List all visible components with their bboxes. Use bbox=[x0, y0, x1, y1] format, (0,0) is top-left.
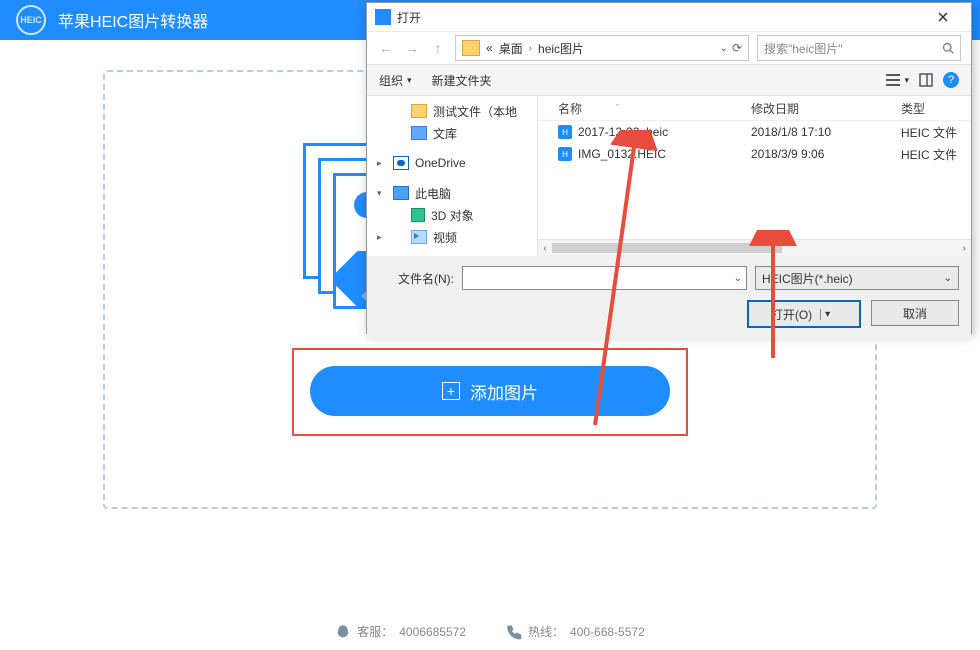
scroll-right-icon[interactable]: › bbox=[957, 241, 971, 255]
qq-icon bbox=[335, 624, 351, 640]
add-image-label: 添加图片 bbox=[470, 379, 538, 404]
filename-input[interactable]: ⌄ bbox=[462, 266, 747, 290]
app-title: 苹果HEIC图片转换器 bbox=[58, 8, 208, 32]
dialog-toolbar: 组织▾ 新建文件夹 ▾ ? bbox=[367, 64, 971, 96]
filename-label: 文件名(N): bbox=[379, 270, 454, 287]
chevron-right-icon: › bbox=[529, 43, 532, 54]
nav-forward-button[interactable]: → bbox=[403, 39, 421, 57]
chevron-down-icon: ⌄ bbox=[944, 273, 952, 284]
footer-hotline: 热线：400-668-5572 bbox=[506, 623, 645, 640]
search-placeholder: 搜索"heic图片" bbox=[764, 40, 936, 57]
tree-item[interactable]: 文库 bbox=[367, 122, 537, 144]
tree-item[interactable]: ▸视频 bbox=[367, 226, 537, 248]
open-dropdown-icon[interactable]: ▾ bbox=[820, 309, 837, 320]
new-folder-button[interactable]: 新建文件夹 bbox=[432, 72, 492, 89]
tree-item[interactable]: 3D 对象 bbox=[367, 204, 537, 226]
file-list-header[interactable]: 名称ˆ 修改日期 类型 bbox=[538, 96, 971, 121]
add-image-button[interactable]: + 添加图片 bbox=[310, 366, 670, 416]
refresh-icon[interactable]: ⟳ bbox=[732, 41, 742, 55]
nav-back-button[interactable]: ← bbox=[377, 39, 395, 57]
file-row[interactable]: HIMG_0132.HEIC2018/3/9 9:06HEIC 文件 bbox=[538, 143, 971, 165]
open-file-dialog: 打开 ← → ↑ « 桌面 › heic图片 ⌄⟳ 搜索"heic图片" 组织▾… bbox=[366, 2, 972, 334]
open-button[interactable]: 打开(O)▾ bbox=[747, 300, 861, 328]
dialog-title: 打开 bbox=[397, 9, 917, 26]
cancel-button[interactable]: 取消 bbox=[871, 300, 959, 326]
footer: 客服：4006685572 热线：400-668-5572 bbox=[0, 623, 980, 640]
3d-icon bbox=[411, 208, 425, 222]
horizontal-scrollbar[interactable]: ‹ › bbox=[538, 239, 971, 256]
folder-icon bbox=[462, 40, 480, 56]
phone-icon bbox=[506, 624, 522, 640]
onedrive-icon bbox=[393, 156, 409, 170]
heic-file-icon: H bbox=[558, 125, 572, 139]
dialog-titlebar: 打开 bbox=[367, 3, 971, 32]
search-input[interactable]: 搜索"heic图片" bbox=[757, 35, 961, 61]
plus-icon: + bbox=[442, 382, 460, 400]
search-icon bbox=[942, 42, 954, 54]
dialog-nav-row: ← → ↑ « 桌面 › heic图片 ⌄⟳ 搜索"heic图片" bbox=[367, 32, 971, 64]
view-mode-button[interactable]: ▾ bbox=[886, 73, 909, 87]
scroll-left-icon[interactable]: ‹ bbox=[538, 241, 552, 255]
file-type-filter[interactable]: HEIC图片(*.heic) ⌄ bbox=[755, 266, 959, 290]
tree-item[interactable]: ▾此电脑 bbox=[367, 182, 537, 204]
tree-item[interactable]: 测试文件（本地 bbox=[367, 100, 537, 122]
dialog-close-button[interactable] bbox=[923, 7, 963, 27]
dialog-bottom-bar: 文件名(N): ⌄ HEIC图片(*.heic) ⌄ 打开(O)▾ 取消 bbox=[367, 256, 971, 340]
file-list-pane: 名称ˆ 修改日期 类型 H2017-12-23 .heic2018/1/8 17… bbox=[538, 96, 971, 256]
organize-menu[interactable]: 组织▾ bbox=[379, 72, 412, 89]
path-breadcrumb[interactable]: « 桌面 › heic图片 ⌄⟳ bbox=[455, 35, 749, 61]
pc-icon bbox=[393, 186, 409, 200]
help-button[interactable]: ? bbox=[943, 72, 959, 88]
logo-icon: HEIC bbox=[16, 5, 46, 35]
chevron-down-icon[interactable]: ⌄ bbox=[734, 273, 742, 284]
close-icon bbox=[938, 12, 948, 22]
chevron-down-icon[interactable]: ⌄ bbox=[720, 43, 728, 54]
heic-file-icon: H bbox=[558, 147, 572, 161]
add-button-highlight: + 添加图片 bbox=[292, 348, 688, 436]
footer-service: 客服：4006685572 bbox=[335, 623, 466, 640]
nav-up-button[interactable]: ↑ bbox=[429, 39, 447, 57]
preview-pane-button[interactable] bbox=[919, 73, 933, 87]
file-row[interactable]: H2017-12-23 .heic2018/1/8 17:10HEIC 文件 bbox=[538, 121, 971, 143]
video-icon bbox=[411, 230, 427, 244]
lib-icon bbox=[411, 126, 427, 140]
dialog-app-icon bbox=[375, 9, 391, 25]
folder-icon bbox=[411, 104, 427, 118]
folder-tree[interactable]: 测试文件（本地文库 ▸OneDrive ▾此电脑3D 对象▸视频 bbox=[367, 96, 538, 256]
dialog-body: 测试文件（本地文库 ▸OneDrive ▾此电脑3D 对象▸视频 名称ˆ 修改日期 … bbox=[367, 96, 971, 256]
tree-item[interactable]: ▸OneDrive bbox=[367, 152, 537, 174]
